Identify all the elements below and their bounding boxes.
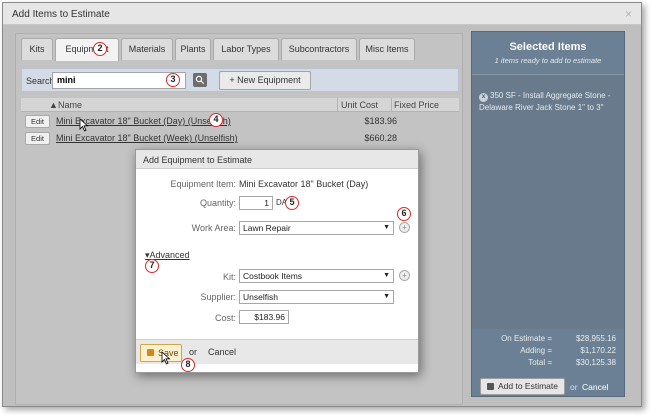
column-unit-cost[interactable]: Unit Cost: [341, 100, 378, 110]
remove-item-icon[interactable]: x: [479, 93, 488, 102]
window-titlebar: Add Items to Estimate ×: [3, 3, 641, 25]
kit-select[interactable]: Costbook Items ▼: [239, 269, 394, 283]
save-icon: [147, 349, 154, 356]
chevron-down-icon: ▼: [383, 224, 390, 231]
grid-header: ▲ Name Unit Cost Fixed Price: [21, 98, 459, 112]
edit-button[interactable]: Edit: [25, 132, 50, 145]
grand-total: Total = $30,125.38: [476, 358, 616, 367]
add-to-estimate-button[interactable]: Add to Estimate: [480, 378, 565, 395]
add-work-area-icon[interactable]: +: [399, 222, 410, 233]
selected-item: x 350 SF - Install Aggregate Stone - Dela…: [479, 90, 621, 113]
kit-value: Costbook Items: [243, 271, 303, 281]
add-kit-icon[interactable]: +: [399, 270, 410, 281]
selected-items-subtitle: 1 items ready to add to estimate: [494, 56, 602, 65]
quantity-field[interactable]: 1: [239, 196, 273, 210]
selected-items-panel: Selected Items 1 items ready to add to e…: [471, 31, 625, 397]
chevron-down-icon: ▼: [383, 272, 390, 279]
advanced-label: Advanced: [149, 250, 190, 260]
plus-icon: +: [229, 75, 238, 85]
kit-label: Kit:: [222, 272, 236, 282]
adding-value: $1,170.22: [580, 346, 616, 355]
callout-badge: 4: [209, 113, 223, 127]
row-unit-cost: $660.28: [364, 133, 397, 143]
supplier-label: Supplier:: [200, 292, 236, 302]
callout-badge: 2: [93, 42, 107, 56]
cancel-link[interactable]: Cancel: [208, 347, 236, 357]
total-label: Total =: [528, 358, 552, 367]
mouse-pointer-icon: [161, 351, 171, 365]
selected-item-label: 350 SF - Install Aggregate Stone - Delaw…: [479, 91, 611, 112]
dialog-header: Add Equipment to Estimate: [136, 150, 418, 169]
selected-items-title: Selected Items: [509, 41, 587, 53]
callout-badge: 7: [145, 259, 159, 273]
on-estimate-total: On Estimate = $28,955.16: [476, 334, 616, 343]
cost-field[interactable]: $183.96: [239, 310, 289, 324]
new-equipment-button[interactable]: + New Equipment: [219, 71, 311, 90]
or-text: or: [570, 382, 578, 392]
mouse-pointer-icon: [79, 118, 89, 132]
cost-label: Cost:: [214, 313, 236, 323]
quantity-label: Quantity:: [199, 198, 236, 208]
row-name-link[interactable]: Mini Excavator 18" Bucket (Week) (Unself…: [56, 133, 238, 143]
adding-label: Adding =: [520, 346, 552, 355]
column-divider: [337, 98, 338, 112]
total-value: $30,125.38: [575, 358, 616, 367]
tab-equipment[interactable]: Equipment: [55, 38, 119, 61]
row-unit-cost: $183.96: [364, 116, 397, 126]
search-bar: Search: mini + New Equipment: [21, 68, 459, 92]
dialog-footer: Save or Cancel: [136, 339, 418, 364]
column-divider: [391, 98, 392, 112]
on-estimate-label: On Estimate =: [501, 334, 552, 343]
work-area-label: Work Area:: [191, 223, 236, 233]
edit-button[interactable]: Edit: [25, 115, 50, 128]
equipment-item-label: Equipment Item:: [170, 179, 236, 189]
tab-kits[interactable]: Kits: [21, 38, 53, 60]
tab-subcontractors[interactable]: Subcontractors: [281, 38, 357, 60]
window-title: Add Items to Estimate: [12, 9, 110, 20]
add-to-estimate-label: Add to Estimate: [498, 381, 559, 391]
callout-badge: 8: [181, 358, 195, 372]
cancel-link[interactable]: Cancel: [582, 382, 608, 392]
sort-icon[interactable]: ▲: [49, 100, 58, 110]
search-icon[interactable]: [193, 73, 207, 87]
callout-badge: 6: [397, 207, 411, 221]
add-equipment-dialog: Add Equipment to Estimate Equipment Item…: [135, 149, 419, 373]
tab-labor-types[interactable]: Labor Types: [213, 38, 279, 60]
close-icon[interactable]: ×: [625, 7, 632, 21]
callout-badge: 3: [166, 73, 180, 87]
adding-total: Adding = $1,170.22: [476, 346, 616, 355]
work-area-value: Lawn Repair: [243, 223, 291, 233]
or-text: or: [189, 347, 198, 357]
dialog-title: Add Equipment to Estimate: [143, 155, 253, 165]
column-fixed-price[interactable]: Fixed Price: [394, 100, 439, 110]
equipment-item-value: Mini Excavator 18" Bucket (Day): [239, 179, 369, 189]
save-icon: [487, 383, 494, 390]
callout-badge: 5: [285, 196, 299, 210]
tab-misc-items[interactable]: Misc Items: [359, 38, 415, 60]
new-equipment-label: New Equipment: [237, 75, 301, 85]
on-estimate-value: $28,955.16: [575, 334, 616, 343]
supplier-value: Unselfish: [243, 292, 278, 302]
column-name[interactable]: Name: [58, 100, 82, 110]
chevron-down-icon: ▼: [383, 293, 390, 300]
work-area-select[interactable]: Lawn Repair ▼: [239, 221, 394, 235]
add-items-window: Add Items to Estimate × Kits Equipment M…: [2, 2, 642, 407]
tab-plants[interactable]: Plants: [175, 38, 211, 60]
supplier-select[interactable]: Unselfish ▼: [239, 290, 394, 304]
tab-materials[interactable]: Materials: [121, 38, 173, 60]
table-row[interactable]: Edit Mini Excavator 18" Bucket (Week) (U…: [21, 131, 459, 147]
